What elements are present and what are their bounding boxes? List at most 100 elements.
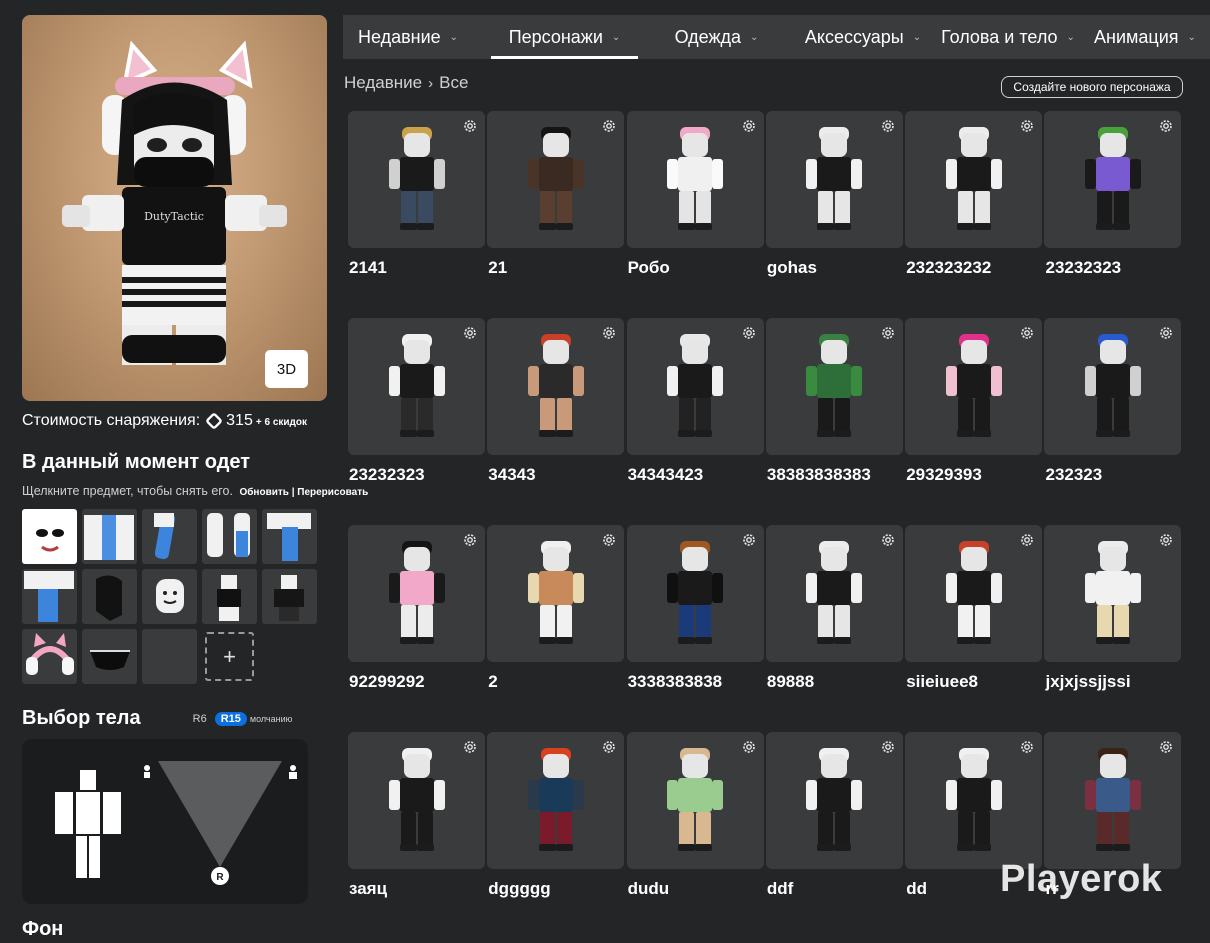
outfit-thumbnail[interactable] [487,318,625,455]
outfit-card[interactable]: Робо [626,111,766,318]
outfit-thumbnail[interactable] [487,732,625,869]
gear-icon[interactable] [601,532,617,548]
outfit-card[interactable]: rr [1044,732,1183,939]
outfit-thumbnail[interactable] [348,318,485,455]
gear-icon[interactable] [601,325,617,341]
gear-icon[interactable] [1019,118,1035,134]
outfit-card[interactable]: 232323232 [905,111,1044,318]
outfit-thumbnail[interactable] [1044,732,1182,869]
gear-icon[interactable] [1019,739,1035,755]
outfit-thumbnail[interactable] [487,111,625,248]
outfit-thumbnail[interactable] [487,525,625,662]
outfit-card[interactable]: 34343 [487,318,626,525]
outfit-thumbnail[interactable] [765,111,903,248]
outfit-card[interactable]: 232323 [1044,318,1183,525]
outfit-card[interactable]: 2 [487,525,626,732]
worn-item-mask[interactable] [82,629,137,684]
gear-icon[interactable] [462,325,478,341]
worn-item-body-black[interactable] [262,569,317,624]
gear-icon[interactable] [462,118,478,134]
outfit-card[interactable]: 38383838383 [765,318,905,525]
outfit-thumbnail[interactable] [905,111,1043,248]
outfit-card[interactable]: 89888 [765,525,905,732]
worn-item-head[interactable] [142,569,197,624]
gear-icon[interactable] [741,118,757,134]
tab-head-body[interactable]: Голова и тело ⌄ [933,15,1083,59]
avatar-preview[interactable]: DutyTactic 3D [22,15,327,401]
outfit-thumbnail[interactable] [765,732,903,869]
outfit-card[interactable]: 3338383838 [626,525,766,732]
gear-icon[interactable] [462,739,478,755]
worn-item-pants[interactable] [262,509,317,564]
gear-icon[interactable] [880,118,896,134]
outfit-thumbnail[interactable] [626,318,764,455]
worn-item-arms[interactable] [202,509,257,564]
outfit-card[interactable]: dggggg [487,732,626,939]
gear-icon[interactable] [741,739,757,755]
outfit-card[interactable]: 2141 [348,111,487,318]
tab-clothing[interactable]: Одежда ⌄ [644,15,789,59]
breadcrumb-parent[interactable]: Недавние [344,73,422,93]
outfit-card[interactable]: dd [905,732,1044,939]
create-outfit-button[interactable]: Создайте нового персонажа [1001,76,1183,98]
outfit-card[interactable]: 23232323 [348,318,487,525]
gear-icon[interactable] [1158,118,1174,134]
gear-icon[interactable] [462,532,478,548]
outfit-thumbnail[interactable] [626,525,764,662]
outfit-card[interactable]: 23232323 [1044,111,1183,318]
gear-icon[interactable] [880,325,896,341]
tab-characters[interactable]: Персонажи ⌄ [491,15,638,59]
outfit-card[interactable]: dudu [626,732,766,939]
outfit-card[interactable]: 21 [487,111,626,318]
outfit-thumbnail[interactable] [1044,318,1182,455]
gear-icon[interactable] [1158,739,1174,755]
outfit-thumbnail[interactable] [905,525,1043,662]
outfit-card[interactable]: jxjxjssjjssi [1044,525,1183,732]
tab-animation[interactable]: Анимация ⌄ [1085,15,1205,59]
worn-item-hair[interactable] [82,569,137,624]
outfit-thumbnail[interactable] [348,732,485,869]
worn-item-cat-headphones[interactable] [22,629,77,684]
gear-icon[interactable] [601,118,617,134]
outfits-grid: 2141 21 Робо gohas 232323232 23232323 23232323… [348,111,1184,939]
outfit-thumbnail[interactable] [348,111,485,248]
body-scale-card[interactable]: R [22,739,308,904]
rig-r15-option[interactable]: R15 [214,711,247,726]
outfit-thumbnail[interactable] [905,318,1043,455]
outfit-card[interactable]: gohas [765,111,905,318]
gear-icon[interactable] [741,532,757,548]
gear-icon[interactable] [1019,532,1035,548]
gear-icon[interactable] [880,532,896,548]
worn-item-body-white[interactable] [202,569,257,624]
outfit-card[interactable]: siieiuee8 [905,525,1044,732]
outfit-thumbnail[interactable] [626,732,764,869]
outfit-thumbnail[interactable] [626,111,764,248]
outfit-thumbnail[interactable] [765,318,903,455]
rig-r6-option[interactable]: R6 [193,713,207,725]
add-item-button[interactable]: + [205,632,254,681]
outfit-thumbnail[interactable] [1044,525,1182,662]
worn-item-shirt-blue[interactable] [82,509,137,564]
tab-accessories[interactable]: Аксессуары ⌄ [793,15,933,59]
outfit-card[interactable]: заяц [348,732,487,939]
gear-icon[interactable] [1019,325,1035,341]
gear-icon[interactable] [1158,325,1174,341]
outfit-card[interactable]: 92299292 [348,525,487,732]
gear-icon[interactable] [601,739,617,755]
outfit-thumbnail[interactable] [348,525,485,662]
outfit-thumbnail[interactable] [765,525,903,662]
tab-recent[interactable]: Недавние ⌄ [343,15,473,59]
worn-item-skirt[interactable] [22,569,77,624]
worn-item-face[interactable] [22,509,77,564]
gear-icon[interactable] [880,739,896,755]
gear-icon[interactable] [1158,532,1174,548]
worn-item-sleeves[interactable] [142,509,197,564]
outfit-thumbnail[interactable] [905,732,1043,869]
outfit-thumbnail[interactable] [1044,111,1182,248]
outfit-card[interactable]: 34343423 [626,318,766,525]
view-3d-button[interactable]: 3D [265,350,308,388]
outfit-card[interactable]: ddf [765,732,905,939]
worn-item-empty[interactable] [142,629,197,684]
outfit-card[interactable]: 29329393 [905,318,1044,525]
gear-icon[interactable] [741,325,757,341]
